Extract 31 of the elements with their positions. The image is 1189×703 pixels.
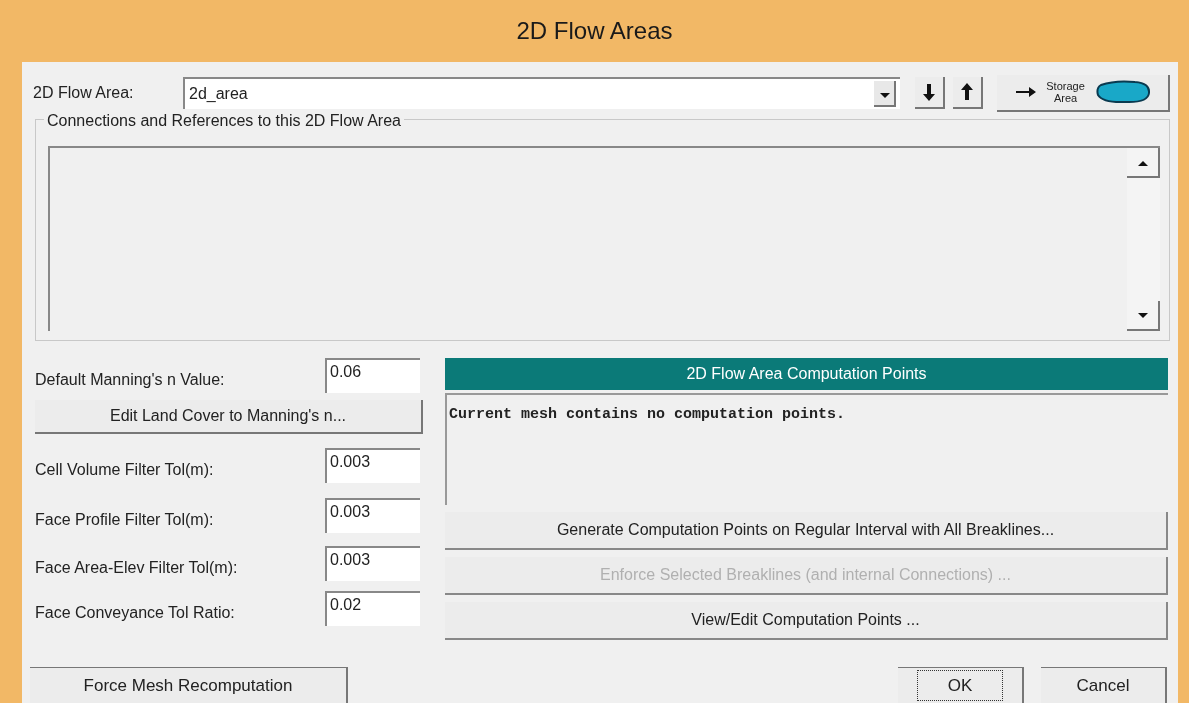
storage-area-button[interactable]: Storage Area	[997, 74, 1170, 112]
scroll-up-icon[interactable]	[1127, 148, 1160, 178]
value-input[interactable]: 0.003	[325, 497, 420, 533]
value-input[interactable]: 0.06	[325, 357, 420, 393]
scrollbar[interactable]	[1127, 148, 1160, 331]
value-input[interactable]: 0.003	[325, 447, 420, 483]
cancel-button[interactable]: Cancel	[1041, 667, 1167, 703]
section-header: 2D Flow Area Computation Points	[445, 357, 1168, 390]
down-arrow-icon	[922, 82, 936, 102]
force-mesh-button[interactable]: Force Mesh Recomputation	[30, 667, 348, 703]
move-down-button[interactable]	[915, 77, 945, 109]
ok-button[interactable]: OK	[898, 667, 1024, 703]
scroll-down-icon[interactable]	[1127, 301, 1160, 331]
computation-points-textbox[interactable]: Current mesh contains no computation points.	[445, 392, 1168, 505]
window-title: 2D Flow Areas	[516, 16, 673, 46]
flow-area-dropdown[interactable]: 2d_area	[183, 77, 900, 109]
value-input[interactable]: 0.02	[325, 590, 420, 626]
storage-area-shape-icon	[1094, 79, 1151, 105]
right-arrow-icon	[1014, 86, 1037, 98]
field-label: Cell Volume Filter Tol(m):	[35, 460, 215, 481]
action-button[interactable]: View/Edit Computation Points ...	[445, 601, 1168, 640]
move-up-button[interactable]	[953, 77, 983, 109]
action-button[interactable]: Generate Computation Points on Regular Interval with All Breaklines...	[445, 511, 1168, 550]
edit-land-cover-button[interactable]: Edit Land Cover to Manning's n...	[35, 399, 423, 434]
field-label: Face Area-Elev Filter Tol(m):	[35, 558, 239, 579]
field-label: 2D Flow Area:	[33, 83, 135, 103]
field-label: Face Profile Filter Tol(m):	[35, 510, 215, 531]
up-arrow-icon	[960, 82, 974, 102]
field-label: Default Manning's n Value:	[35, 370, 226, 391]
field-label: Face Conveyance Tol Ratio:	[35, 603, 236, 624]
value-input[interactable]: 0.003	[325, 545, 420, 581]
